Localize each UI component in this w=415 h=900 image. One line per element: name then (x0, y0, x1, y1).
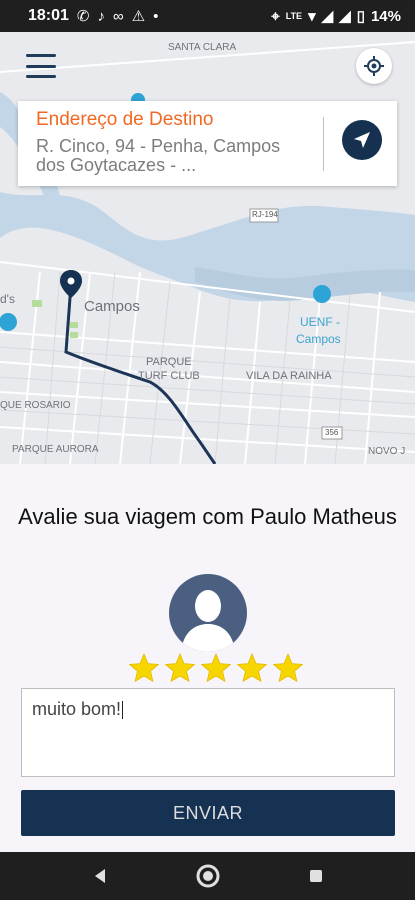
alert-icon: ⚠ (131, 8, 146, 25)
map-label: Campos (84, 298, 140, 315)
star-icon[interactable] (128, 652, 160, 684)
battery-icon: ▯ (356, 8, 365, 25)
back-triangle-icon (94, 869, 105, 883)
map-label: SANTA CLARA (168, 42, 237, 53)
map-label: QUE ROSARIO (0, 400, 71, 411)
phone-icon: ✆ (76, 8, 90, 25)
map-label: RJ-194 (252, 210, 278, 219)
map-label: 356 (325, 428, 339, 437)
my-location-button[interactable] (356, 48, 392, 84)
destination-address: R. Cinco, 94 - Penha, Campos dos Goytaca… (36, 136, 281, 175)
star-icon[interactable] (272, 652, 304, 684)
voicemail-icon: ∞ (113, 7, 124, 25)
signal-icon: ◢ (321, 8, 334, 25)
home-circle-icon (196, 864, 219, 888)
menu-icon (26, 54, 56, 57)
star-icon[interactable] (200, 652, 232, 684)
map-label: PARQUE (146, 356, 192, 368)
recents-button[interactable] (303, 863, 329, 889)
dot-icon: • (153, 7, 159, 25)
lte-icon: LTE (285, 11, 303, 21)
back-button[interactable] (87, 863, 113, 889)
system-nav-bar (0, 852, 415, 900)
recents-square-icon (309, 870, 322, 882)
crosshair-icon (364, 56, 384, 76)
submit-button[interactable]: ENVIAR (21, 790, 395, 836)
menu-button[interactable] (26, 54, 56, 78)
destination-title: Endereço de Destino (36, 109, 214, 130)
status-time: 18:01 (28, 7, 69, 24)
star-rating[interactable] (128, 652, 304, 686)
comment-text: muito bom! (32, 699, 122, 719)
map-label: NOVO J (368, 446, 406, 457)
map-label: PARQUE AURORA (12, 444, 99, 455)
comment-field[interactable]: muito bom! (21, 688, 395, 777)
user-avatar-icon (181, 590, 235, 652)
map-label: UENF - (300, 315, 340, 329)
rating-title: Avalie sua viagem com Paulo Matheus (18, 504, 397, 529)
navigate-button[interactable] (342, 120, 382, 160)
star-icon[interactable] (164, 652, 196, 684)
navigation-arrow-icon (354, 132, 370, 148)
map-label: Campos (296, 332, 341, 346)
destination-card[interactable]: Endereço de Destino R. Cinco, 94 - Penha… (18, 101, 397, 186)
battery-level: 14% (370, 7, 401, 25)
map-label: d's (0, 292, 15, 306)
tiktok-icon: ♪ (97, 7, 106, 25)
wifi-icon: ▾ (308, 8, 316, 25)
divider (323, 117, 324, 171)
map-label: TURF CLUB (138, 370, 200, 382)
text-cursor (122, 701, 124, 720)
home-button[interactable] (195, 863, 221, 889)
status-bar: 18:01 ✆ ♪ ∞ ⚠ • ⌖ LTE ▾ ◢ ◢ ▯ 14% (0, 0, 415, 32)
vibrate-icon: ⌖ (271, 7, 280, 25)
signal2-icon: ◢ (339, 8, 351, 25)
driver-avatar (169, 574, 247, 652)
map-label: VILA DA RAINHA (246, 370, 332, 382)
star-icon[interactable] (236, 652, 268, 684)
map-view[interactable]: SANTA CLARA RJ-194 Campos UENF - Campos … (0, 32, 415, 464)
